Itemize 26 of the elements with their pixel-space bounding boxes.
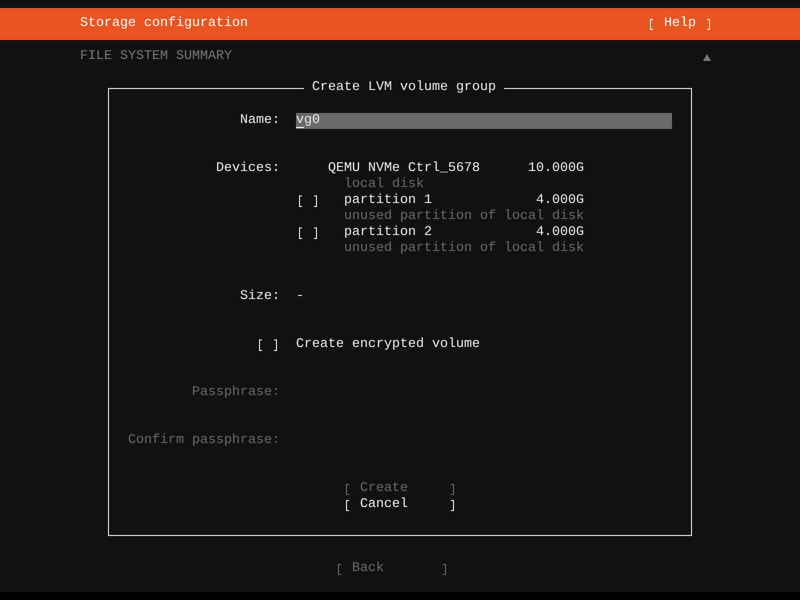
up-triangle-icon xyxy=(703,54,711,60)
field-label: Passphrase: xyxy=(192,385,280,401)
dialog-button[interactable]: Cancel xyxy=(344,497,456,513)
checkbox[interactable] xyxy=(296,225,320,241)
checkbox[interactable] xyxy=(296,193,320,209)
field-label: Name: xyxy=(240,113,280,129)
device-size: 4.000G xyxy=(536,225,584,241)
size-value: - xyxy=(296,289,304,305)
device-size: 10.000G xyxy=(528,161,584,177)
device-description: unused partition of local disk xyxy=(344,241,584,257)
checkbox[interactable] xyxy=(256,337,280,353)
device-description: unused partition of local disk xyxy=(344,209,584,225)
name-field[interactable]: vg0 xyxy=(296,113,672,129)
device-name: partition 1 xyxy=(344,193,433,209)
device-name: QEMU NVMe Ctrl_5678 xyxy=(328,161,481,177)
field-label: Size: xyxy=(240,289,280,305)
section-heading: FILE SYSTEM SUMMARY xyxy=(80,49,232,65)
field-label: Devices: xyxy=(216,161,280,177)
field-label: Confirm passphrase: xyxy=(128,433,280,449)
device-description: local disk xyxy=(344,177,424,193)
dialog-title: Create LVM volume group xyxy=(304,80,504,96)
help-button[interactable]: Help xyxy=(648,16,712,32)
device-name: partition 2 xyxy=(344,225,433,241)
header-title: Storage configuration xyxy=(80,16,248,32)
checkbox-label: Create encrypted volume xyxy=(296,337,480,353)
device-size: 4.000G xyxy=(536,193,584,209)
